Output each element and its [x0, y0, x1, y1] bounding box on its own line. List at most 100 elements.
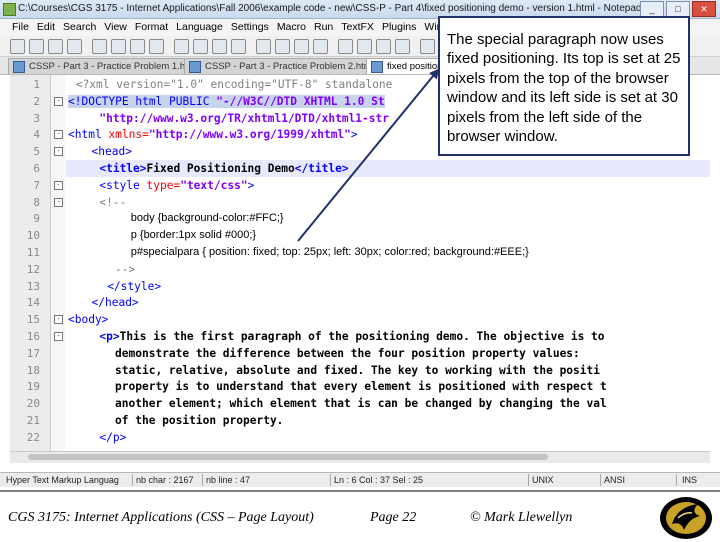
replace-icon[interactable] — [256, 39, 271, 54]
fold-toggle-icon[interactable]: - — [54, 147, 63, 157]
menu-plugins[interactable]: Plugins — [378, 19, 420, 36]
menu-run[interactable]: Run — [310, 19, 337, 36]
code-text: of the position property. — [115, 414, 284, 427]
code-text: </head> — [91, 296, 139, 310]
menu-language[interactable]: Language — [172, 19, 227, 36]
save-all-icon[interactable] — [67, 39, 82, 54]
status-char-count: nb char : 2167 — [136, 475, 194, 485]
code-text: another element; which element that is c… — [115, 397, 607, 411]
code-line[interactable]: 9 body {background-color:#FFC;} — [10, 210, 710, 227]
horizontal-scrollbar[interactable] — [10, 451, 710, 463]
cut-icon[interactable] — [130, 39, 145, 54]
code-text: </p> — [99, 430, 127, 444]
line-number: 16 — [26, 330, 40, 343]
code-line[interactable]: 11 p#specialpara { position: fixed; top: … — [10, 244, 710, 261]
line-number: 9 — [33, 212, 40, 226]
line-number: 21 — [26, 414, 40, 427]
line-number: 18 — [26, 363, 40, 377]
code-line[interactable]: 13 </style> — [10, 278, 710, 295]
line-number: 2 — [33, 94, 40, 108]
bookmark-icon[interactable] — [376, 39, 391, 54]
fold-toggle-icon[interactable]: - — [54, 197, 63, 207]
fold-toggle-icon[interactable]: - — [54, 96, 63, 106]
code-text: <?xml version="1.0" encoding="UTF-8" sta… — [75, 78, 393, 91]
code-text: </style> — [107, 279, 162, 293]
paste-icon[interactable] — [174, 39, 189, 54]
footer-author: © Mark Llewellyn — [470, 510, 573, 525]
menu-edit[interactable]: Edit — [33, 19, 59, 36]
line-number: 15 — [26, 313, 40, 327]
fold-toggle-icon[interactable]: - — [54, 315, 63, 325]
code-line[interactable]: 19 property is to understand that every e… — [10, 378, 710, 395]
record-icon[interactable] — [395, 39, 410, 54]
code-line[interactable]: 8 - <!-- — [10, 194, 710, 211]
code-line[interactable]: 21 of the position property. — [10, 412, 710, 429]
save-icon[interactable] — [48, 39, 63, 54]
sync-icon[interactable] — [313, 39, 328, 54]
code-line[interactable]: 6 <title>Fixed Positioning Demo</title> — [10, 160, 710, 177]
code-text: <!-- — [99, 195, 127, 209]
code-line[interactable]: 22 </p> — [10, 429, 710, 446]
close-icon[interactable] — [92, 39, 107, 54]
status-insert-mode: INS — [682, 475, 698, 485]
code-text: --> — [115, 262, 136, 276]
line-number: 5 — [33, 145, 40, 159]
code-line[interactable]: 15 - <body> — [10, 311, 710, 328]
slide-footer: CGS 3175: Internet Applications (CSS – P… — [0, 490, 720, 542]
fold-toggle-icon[interactable]: - — [54, 130, 63, 140]
line-number: 8 — [33, 195, 40, 209]
undo-icon[interactable] — [193, 39, 208, 54]
code-text: p#specialpara { position: fixed; top: 25… — [130, 246, 529, 258]
code-line[interactable]: 12 --> — [10, 261, 710, 278]
copy-icon[interactable] — [149, 39, 164, 54]
indent-icon[interactable] — [357, 39, 372, 54]
code-line[interactable]: 10 p {border:1px solid #000;} — [10, 227, 710, 244]
wrap-icon[interactable] — [338, 39, 353, 54]
tab-label: CSSP - Part 3 - Practice Problem 2.html — [205, 61, 374, 72]
fold-toggle-icon[interactable]: - — [54, 180, 63, 190]
ucf-pegasus-logo — [660, 497, 712, 539]
line-number: 12 — [26, 262, 40, 276]
line-number: 1 — [33, 78, 40, 91]
menu-search[interactable]: Search — [59, 19, 100, 36]
menu-settings[interactable]: Settings — [227, 19, 273, 36]
scrollbar-thumb[interactable] — [28, 454, 548, 460]
code-line[interactable]: 17 demonstrate the difference between the… — [10, 345, 710, 362]
menu-file[interactable]: File — [0, 19, 33, 36]
footer-page-number: Page 22 — [370, 510, 417, 525]
code-line[interactable]: 16 - <p>This is the first paragraph of the… — [10, 328, 710, 345]
new-icon[interactable] — [10, 39, 25, 54]
menu-format[interactable]: Format — [131, 19, 172, 36]
code-line[interactable]: 20 another element; which element that is… — [10, 395, 710, 412]
line-number: 13 — [26, 279, 40, 293]
open-icon[interactable] — [29, 39, 44, 54]
line-number: 10 — [26, 229, 40, 243]
close-button[interactable]: ✕ — [692, 1, 716, 17]
play-icon[interactable] — [420, 39, 435, 54]
fold-toggle-icon[interactable]: - — [54, 332, 63, 341]
file-icon — [189, 61, 201, 73]
code-line[interactable]: 18 static, relative, absolute and fixed. … — [10, 362, 710, 379]
line-number: 4 — [33, 128, 40, 142]
code-line[interactable]: 7 - <style type="text/css"> — [10, 177, 710, 194]
status-bar: Hyper Text Markup Languag nb char : 2167… — [0, 472, 720, 487]
maximize-button[interactable]: □ — [666, 1, 690, 17]
menu-view[interactable]: View — [100, 19, 131, 36]
redo-icon[interactable] — [212, 39, 227, 54]
code-text: p {border:1px solid #000;} — [130, 229, 257, 242]
status-line-count: nb line : 47 — [206, 475, 251, 485]
menu-textfx[interactable]: TextFX — [337, 19, 378, 36]
find-icon[interactable] — [231, 39, 246, 54]
tab-2[interactable]: CSSP - Part 3 - Practice Problem 2.html — [184, 58, 384, 74]
minimize-button[interactable]: _ — [640, 1, 664, 17]
code-text: <title>Fixed Positioning Demo</title> — [99, 162, 349, 175]
file-icon — [13, 61, 25, 73]
tab-1[interactable]: CSSP - Part 3 - Practice Problem 1.html — [8, 58, 202, 74]
print-icon[interactable] — [111, 39, 126, 54]
zoom-in-icon[interactable] — [275, 39, 290, 54]
code-text: <html xmlns="http://www.w3.org/1999/xhtm… — [68, 128, 358, 142]
code-line[interactable]: 14 </head> — [10, 294, 710, 311]
zoom-out-icon[interactable] — [294, 39, 309, 54]
menu-macro[interactable]: Macro — [273, 19, 310, 36]
code-text: demonstrate the difference between the f… — [115, 346, 580, 360]
